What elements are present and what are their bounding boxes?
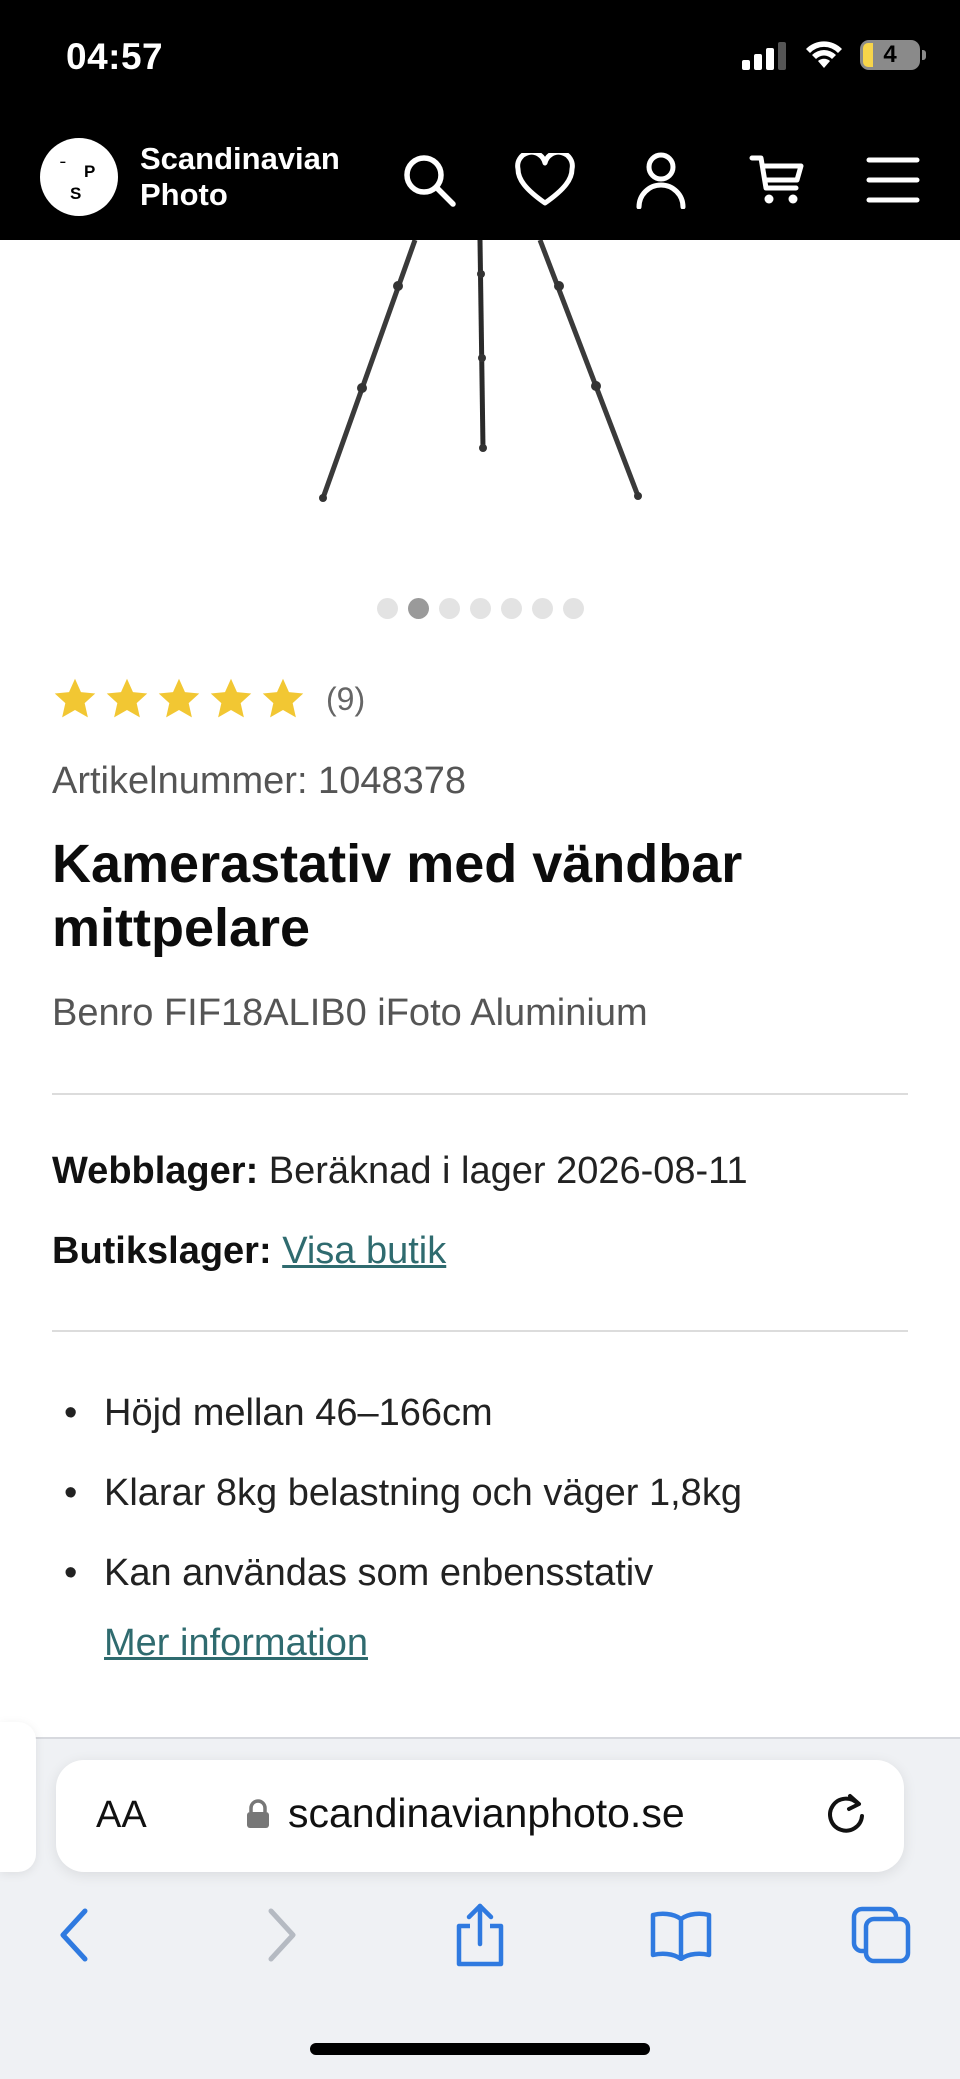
product-title: Kamerastativ med vändbar mittpelare bbox=[52, 834, 743, 958]
gallery-dot[interactable] bbox=[531, 598, 553, 619]
star-icon bbox=[210, 678, 252, 718]
battery-level: 4 bbox=[883, 41, 897, 68]
search-button[interactable] bbox=[390, 144, 468, 216]
gallery-dot[interactable] bbox=[438, 598, 460, 619]
site-logo[interactable]: ˉ P S Scandinavian Photo bbox=[40, 138, 340, 216]
logo-line2: Photo bbox=[140, 177, 228, 212]
address-bar[interactable]: AA scandinavianphoto.se bbox=[56, 1760, 904, 1872]
logo-line1: Scandinavian bbox=[140, 141, 340, 176]
url-text: scandinavianphoto.se bbox=[288, 1790, 685, 1836]
star-icon bbox=[54, 678, 96, 718]
lock-icon bbox=[247, 1798, 269, 1828]
gallery-dot[interactable] bbox=[376, 598, 398, 619]
cart-icon bbox=[749, 155, 804, 204]
wifi-icon bbox=[806, 41, 842, 68]
text-size-button[interactable]: AA bbox=[96, 1794, 147, 1837]
store-stock: Butikslager: Visa butik bbox=[52, 1230, 446, 1273]
forward-icon bbox=[268, 1908, 296, 1962]
show-store-link[interactable]: Visa butik bbox=[282, 1230, 446, 1272]
logo-glyph-s: S bbox=[70, 184, 82, 203]
article-number: Artikelnummer: 1048378 bbox=[52, 760, 466, 802]
feature-item: Kan användas som enbensstativ bbox=[52, 1548, 912, 1628]
web-stock-label: Webblager: bbox=[52, 1150, 259, 1192]
status-time: 04:57 bbox=[66, 36, 164, 77]
reload-button[interactable] bbox=[822, 1790, 870, 1843]
user-icon bbox=[636, 152, 686, 209]
more-info-link[interactable]: Mer information bbox=[104, 1622, 368, 1665]
reload-icon bbox=[828, 1794, 864, 1833]
feature-item: Höjd mellan 46–166cm bbox=[52, 1388, 912, 1468]
tabs-button[interactable] bbox=[846, 1900, 916, 1970]
header-icons bbox=[390, 144, 932, 216]
star-icon bbox=[106, 678, 148, 718]
divider bbox=[52, 1093, 908, 1095]
status-icons: 4 bbox=[742, 40, 926, 70]
share-button[interactable] bbox=[445, 1900, 515, 1970]
previous-tab-peek[interactable] bbox=[0, 1722, 36, 1872]
gallery-dots bbox=[0, 598, 960, 619]
heart-icon bbox=[515, 153, 575, 206]
tripod-image bbox=[319, 239, 642, 502]
bookmarks-icon bbox=[650, 1911, 712, 1961]
feature-item: Klarar 8kg belastning och väger 1,8kg bbox=[52, 1468, 912, 1548]
feature-list: Höjd mellan 46–166cm Klarar 8kg belastni… bbox=[52, 1388, 912, 1628]
logo-text: Scandinavian Photo bbox=[140, 141, 340, 213]
product-subtitle: Benro FIF18ALIB0 iFoto Aluminium bbox=[52, 992, 648, 1034]
home-indicator[interactable] bbox=[310, 2043, 650, 2055]
share-icon bbox=[456, 1903, 504, 1967]
tabs-icon bbox=[851, 1906, 911, 1964]
gallery-dot[interactable] bbox=[469, 598, 491, 619]
divider bbox=[52, 1330, 908, 1332]
logo-eye: ˉ bbox=[60, 158, 66, 177]
star-icon bbox=[262, 678, 304, 718]
battery-icon: 4 bbox=[860, 40, 926, 70]
store-stock-label: Butikslager: bbox=[52, 1230, 272, 1272]
site-header: ˉ P S Scandinavian Photo bbox=[0, 120, 960, 240]
url-display[interactable]: scandinavianphoto.se bbox=[246, 1790, 685, 1837]
back-button[interactable] bbox=[40, 1900, 110, 1970]
search-icon bbox=[404, 155, 456, 207]
star-icon bbox=[158, 678, 200, 718]
wishlist-button[interactable] bbox=[506, 144, 584, 216]
product-image[interactable] bbox=[0, 239, 960, 570]
menu-icon bbox=[866, 157, 920, 203]
signal-icon bbox=[742, 42, 786, 70]
logo-glyph-p: P bbox=[84, 162, 96, 181]
menu-button[interactable] bbox=[854, 144, 932, 216]
browser-nav-bar bbox=[0, 1900, 960, 1980]
logo-mark: ˉ P S bbox=[40, 138, 118, 216]
gallery-dot-active[interactable] bbox=[407, 598, 429, 619]
web-stock: Webblager: Beräknad i lager 2026-08-11 bbox=[52, 1150, 748, 1193]
gallery-dot[interactable] bbox=[562, 598, 584, 619]
status-bar: 04:57 4 bbox=[0, 0, 960, 120]
back-icon bbox=[60, 1908, 88, 1962]
cart-button[interactable] bbox=[738, 144, 816, 216]
forward-button[interactable] bbox=[246, 1900, 316, 1970]
account-button[interactable] bbox=[622, 144, 700, 216]
web-stock-value: Beräknad i lager 2026-08-11 bbox=[268, 1150, 748, 1192]
rating-count[interactable]: (9) bbox=[326, 681, 365, 718]
product-rating[interactable]: (9) bbox=[52, 676, 365, 722]
gallery-dot[interactable] bbox=[500, 598, 522, 619]
bookmarks-button[interactable] bbox=[646, 1900, 716, 1970]
